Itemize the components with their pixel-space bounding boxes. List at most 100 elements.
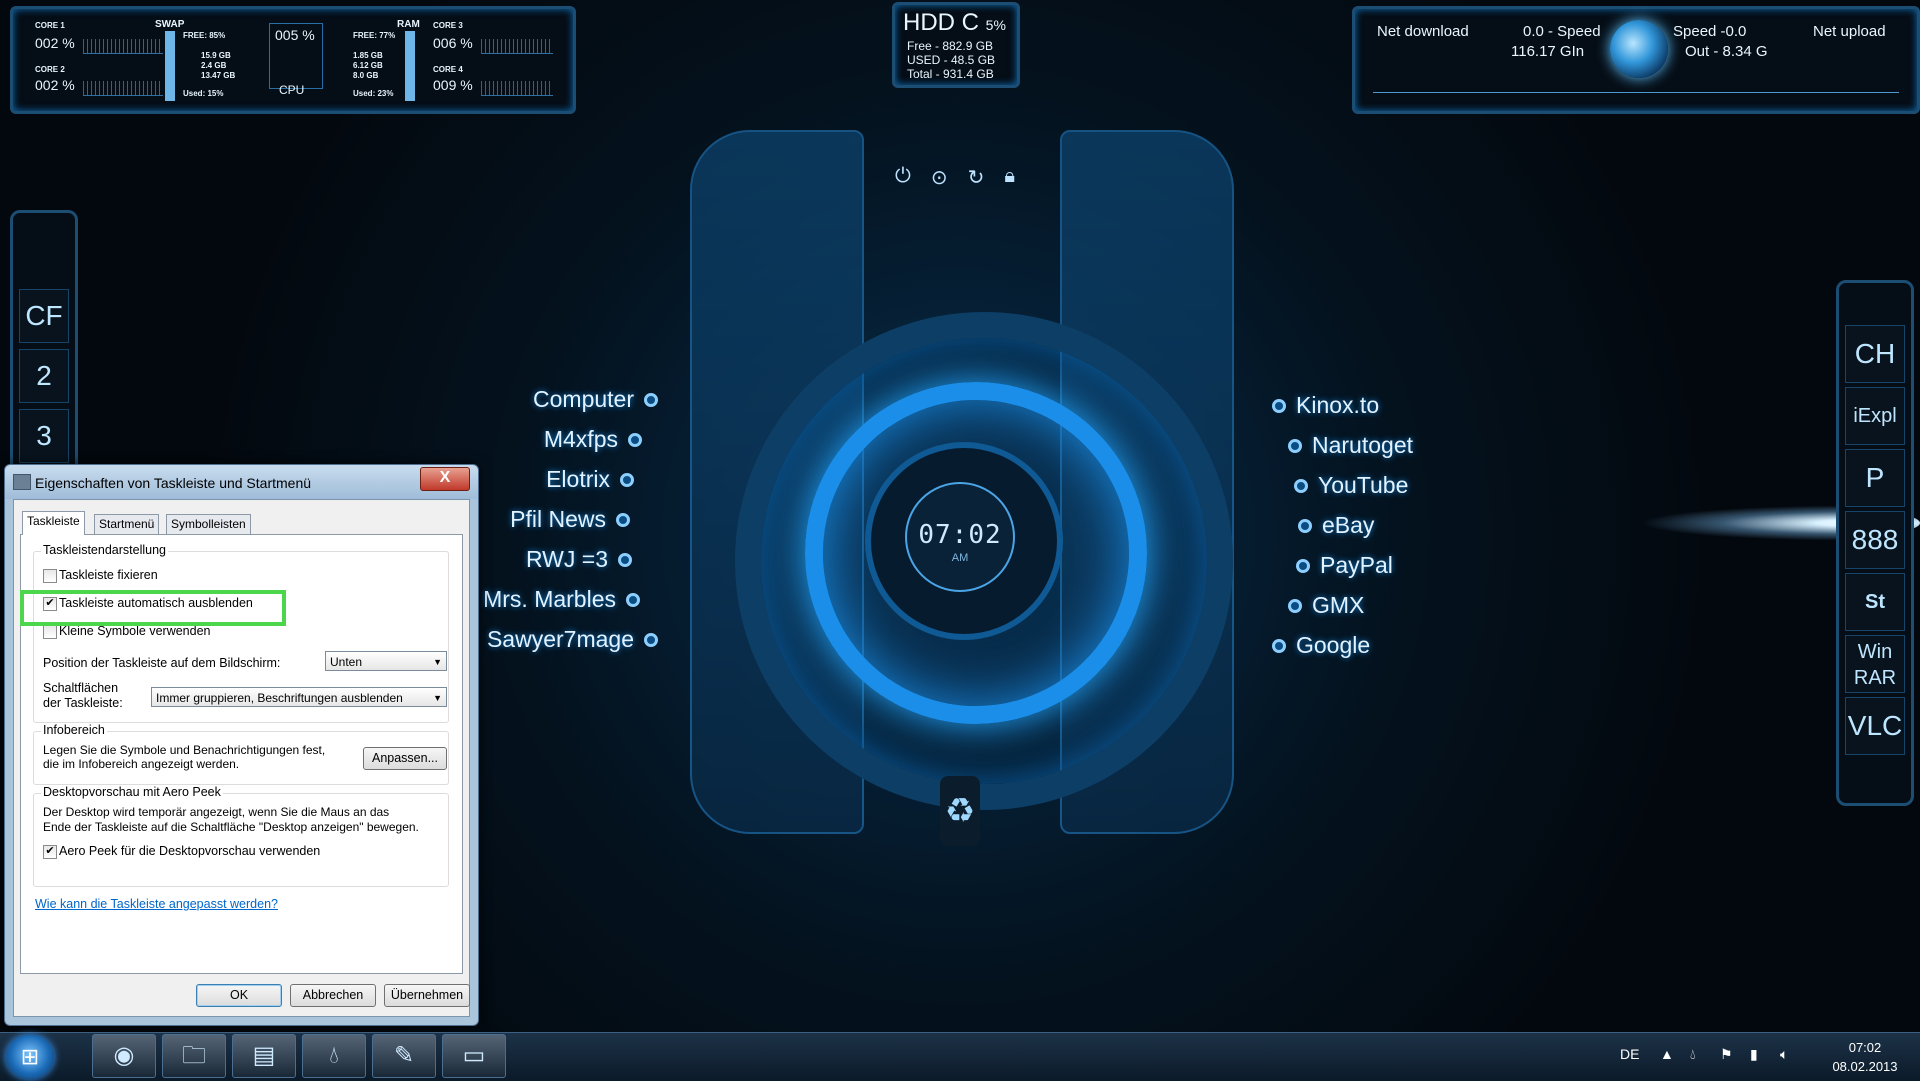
chevron-down-icon: ▼ (433, 657, 442, 667)
shortcut-kinox[interactable]: Kinox.to (1272, 392, 1379, 419)
hdd-percent: 5% (985, 17, 1006, 33)
net-upload-speed: Speed -0.0 (1673, 23, 1747, 40)
dialog-titlebar[interactable]: Eigenschaften von Taskleiste und Startme… (5, 465, 478, 499)
tab-taskleiste[interactable]: Taskleiste (22, 511, 85, 535)
dock-tile-cf[interactable]: CF (19, 289, 69, 343)
dock-tile-vlc[interactable]: VLC (1845, 697, 1905, 755)
shortcut-ebay[interactable]: eBay (1298, 512, 1374, 539)
checkbox-small-icons[interactable] (43, 625, 57, 639)
ram-bar (405, 31, 415, 101)
shortcut-narutoget[interactable]: Narutoget (1288, 432, 1413, 459)
shortcut-dot-icon (628, 432, 642, 447)
action-center-flag-icon[interactable]: ⚑ (1720, 1046, 1733, 1063)
show-hidden-icons-icon[interactable]: ▲ (1660, 1046, 1674, 1062)
checkbox-aero-peek[interactable]: ✔ (43, 845, 57, 859)
power-icon[interactable]: ⏻ (895, 165, 911, 190)
net-download-label: Net download (1377, 23, 1469, 40)
apply-button[interactable]: Übernehmen (384, 984, 470, 1007)
ram-used-gb: 6.12 GB (353, 61, 383, 70)
shortcut-label: Computer (533, 386, 634, 412)
dock-tile-888[interactable]: 888 (1845, 511, 1905, 569)
taskbar-paint-icon[interactable]: ✎ (372, 1034, 436, 1078)
core4-graph (481, 81, 553, 96)
droplet-tray-icon[interactable]: 💧︎ (1690, 1046, 1696, 1063)
taskbar-window-icon[interactable]: ▭ (442, 1034, 506, 1078)
shortcut-mrs-marbles[interactable]: Mrs. Marbles (483, 586, 640, 613)
core2-value: 002 % (35, 77, 75, 93)
dialog-body: Taskleiste Startmenü Symbolleisten Taskl… (13, 499, 470, 1017)
shortcut-gmx[interactable]: GMX (1288, 592, 1364, 619)
close-button[interactable]: X (420, 467, 470, 491)
dock-tile-iexplorer[interactable]: iExpl (1845, 387, 1905, 445)
shortcut-dot-icon (1296, 558, 1310, 573)
shortcut-youtube[interactable]: YouTube (1294, 472, 1408, 499)
dock-tile-steam[interactable]: St (1845, 573, 1905, 631)
cpu-label: CPU (279, 83, 305, 97)
taskbar-documents-icon[interactable]: ▤ (232, 1034, 296, 1078)
auto-hide-highlight (20, 590, 286, 626)
volume-icon[interactable]: 🔈︎ (1780, 1046, 1788, 1063)
chevron-down-icon: ▼ (433, 693, 442, 703)
network-signal-icon[interactable]: ▮ (1750, 1046, 1758, 1063)
taskbar-droplet-icon[interactable]: 💧︎ (302, 1034, 366, 1078)
net-download-speed: 0.0 - Speed (1523, 23, 1601, 40)
shortcut-google[interactable]: Google (1272, 632, 1370, 659)
cancel-button[interactable]: Abbrechen (290, 984, 376, 1007)
checkbox-aero-peek-label: Aero Peek für die Desktopvorschau verwen… (59, 844, 321, 858)
swap-free: FREE: 85% (183, 31, 226, 40)
net-upload-label: Net upload (1813, 23, 1886, 40)
buttons-select[interactable]: Immer gruppieren, Beschriftungen ausblen… (151, 687, 447, 707)
restart-icon[interactable]: ↻ (968, 165, 985, 190)
info-text-1: Legen Sie die Symbole und Benachrichtigu… (43, 743, 326, 757)
dock-tile-3[interactable]: 3 (19, 409, 69, 463)
taskbar-chrome-icon[interactable]: ◉ (92, 1034, 156, 1078)
buttons-select-value: Immer gruppieren, Beschriftungen ausblen… (156, 691, 403, 705)
taskbar-clock[interactable]: 07:02 08.02.2013 (1810, 1038, 1920, 1076)
dock-tile-2[interactable]: 2 (19, 349, 69, 403)
core1-label: CORE 1 (35, 21, 65, 30)
lock-icon[interactable]: 🔒︎ (1004, 165, 1015, 190)
shortcut-label: Kinox.to (1296, 392, 1380, 418)
swap-bar (165, 31, 175, 101)
anpassen-button[interactable]: Anpassen... (363, 747, 447, 770)
shortcut-m4xfps[interactable]: M4xfps (544, 426, 642, 453)
shortcut-dot-icon (644, 632, 658, 647)
shortcut-label: M4xfps (543, 426, 618, 452)
shortcut-pfil-news[interactable]: Pfil News (510, 506, 630, 533)
shortcut-rwj[interactable]: RWJ =3 (526, 546, 632, 573)
taskbar-date: 08.02.2013 (1832, 1059, 1898, 1074)
power-controls: ⏻ ⊙ ↻ 🔒︎ (895, 165, 1015, 190)
checkbox-small-icons-label: Kleine Symbole verwenden (59, 624, 211, 638)
dock-tile-chrome[interactable]: CH (1845, 325, 1905, 383)
shortcut-elotrix[interactable]: Elotrix (546, 466, 634, 493)
group-title-aero-peek: Desktopvorschau mit Aero Peek (41, 785, 223, 799)
shortcut-label: Narutoget (1312, 432, 1414, 458)
shortcut-label: RWJ =3 (525, 546, 608, 572)
taskbar-explorer-icon[interactable]: 🗀 (162, 1034, 226, 1078)
dock-tile-paintnet[interactable]: P (1845, 449, 1905, 507)
help-link[interactable]: Wie kann die Taskleiste angepasst werden… (35, 897, 278, 911)
position-select[interactable]: Unten ▼ (325, 651, 447, 671)
start-button[interactable]: ⊞ (6, 1035, 54, 1079)
group-title-infobereich: Infobereich (41, 723, 107, 737)
ok-button[interactable]: OK (196, 984, 282, 1007)
taskbar-time: 07:02 (1848, 1040, 1882, 1055)
checkbox-fixieren[interactable] (43, 569, 57, 583)
tab-startmenu[interactable]: Startmenü (94, 514, 160, 534)
ram-free-gb: 8.0 GB (353, 71, 379, 80)
recycle-bin-icon[interactable]: ♻ (940, 776, 980, 846)
language-indicator[interactable]: DE (1620, 1046, 1639, 1062)
shortcut-computer[interactable]: Computer (533, 386, 658, 413)
shortcut-paypal[interactable]: PayPal (1296, 552, 1393, 579)
shortcut-dot-icon (618, 552, 632, 567)
hdd-gadget: HDD C 5% Free - 882.9 GB USED - 48.5 GB … (892, 2, 1020, 88)
dock-tile-winrar[interactable]: Win RAR (1845, 635, 1905, 693)
tab-symbolleisten[interactable]: Symbolleisten (166, 514, 251, 534)
hdd-title: HDD C 5% (903, 9, 1006, 36)
taskbar-properties-dialog: Eigenschaften von Taskleiste und Startme… (4, 464, 479, 1026)
shutdown-icon[interactable]: ⊙ (931, 165, 948, 190)
shortcut-sawyer7mage[interactable]: Sawyer7mage (487, 626, 658, 653)
shortcut-dot-icon (1298, 518, 1312, 533)
position-select-value: Unten (330, 655, 363, 669)
swap-used-gb: 2.4 GB (201, 61, 227, 70)
